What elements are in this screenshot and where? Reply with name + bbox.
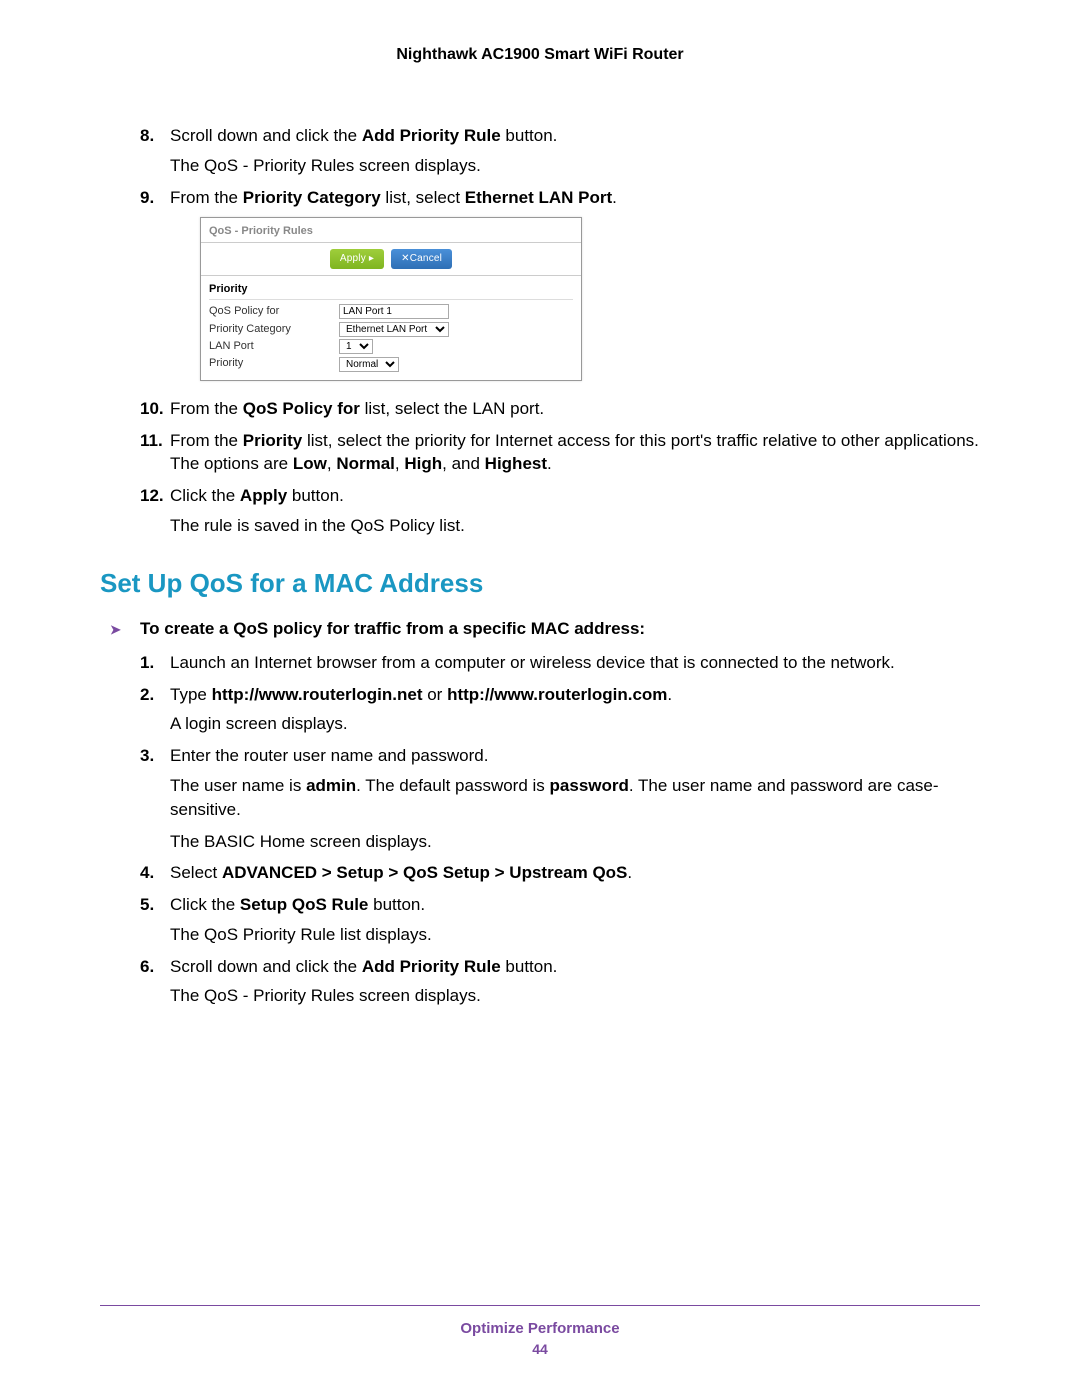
qos-panel-buttons: Apply ▸ ✕Cancel xyxy=(201,243,581,276)
step-c2: 2. Type http://www.routerlogin.net or ht… xyxy=(140,683,980,737)
step-number: 2. xyxy=(140,683,154,707)
qos-panel-title: QoS - Priority Rules xyxy=(201,218,581,242)
step-text: Enter the router user name and password. xyxy=(170,746,488,765)
step-followup: The user name is admin. The default pass… xyxy=(170,774,980,822)
priority-category-select[interactable]: Ethernet LAN Port xyxy=(339,322,449,337)
step-c4: 4. Select ADVANCED > Setup > QoS Setup >… xyxy=(140,861,980,885)
steps-list-c: 1. Launch an Internet browser from a com… xyxy=(140,651,980,1009)
step-followup: The QoS - Priority Rules screen displays… xyxy=(170,984,980,1008)
step-text: Click the Setup QoS Rule button. xyxy=(170,895,425,914)
section-heading-qos-mac: Set Up QoS for a MAC Address xyxy=(100,568,980,599)
qos-policy-row: QoS Policy for xyxy=(209,304,573,319)
footer-page-number: 44 xyxy=(100,1341,980,1357)
step-number: 6. xyxy=(140,955,154,979)
step-text: From the QoS Policy for list, select the… xyxy=(170,399,544,418)
priority-category-label: Priority Category xyxy=(209,322,339,337)
lan-port-label: LAN Port xyxy=(209,339,339,354)
step-number: 5. xyxy=(140,893,154,917)
step-9: 9. From the Priority Category list, sele… xyxy=(140,186,980,381)
step-text: Select ADVANCED > Setup > QoS Setup > Up… xyxy=(170,863,632,882)
page-header: Nighthawk AC1900 Smart WiFi Router xyxy=(100,46,980,64)
step-number: 1. xyxy=(140,651,154,675)
lan-port-row: LAN Port 1 xyxy=(209,339,573,354)
priority-select[interactable]: Normal xyxy=(339,357,399,372)
footer-title: Optimize Performance xyxy=(100,1320,980,1337)
step-followup: The QoS - Priority Rules screen displays… xyxy=(170,154,980,178)
step-12: 12. Click the Apply button. The rule is … xyxy=(140,484,980,538)
steps-list-a: 8. Scroll down and click the Add Priorit… xyxy=(140,124,980,381)
step-number: 9. xyxy=(140,186,154,210)
priority-label: Priority xyxy=(209,356,339,371)
step-followup: The QoS Priority Rule list displays. xyxy=(170,923,980,947)
step-c5: 5. Click the Setup QoS Rule button. The … xyxy=(140,893,980,947)
qos-policy-input[interactable] xyxy=(339,304,449,319)
step-c1: 1. Launch an Internet browser from a com… xyxy=(140,651,980,675)
apply-button[interactable]: Apply ▸ xyxy=(330,249,384,269)
step-text: Click the Apply button. xyxy=(170,486,344,505)
step-10: 10. From the QoS Policy for list, select… xyxy=(140,397,980,421)
step-text: Type http://www.routerlogin.net or http:… xyxy=(170,685,672,704)
step-text: From the Priority list, select the prior… xyxy=(170,431,979,474)
step-followup-2: The BASIC Home screen displays. xyxy=(170,830,980,854)
step-number: 12. xyxy=(140,484,164,508)
priority-section-heading: Priority xyxy=(209,280,573,300)
page-footer: Optimize Performance 44 xyxy=(100,1305,980,1357)
lan-port-select[interactable]: 1 xyxy=(339,339,373,354)
step-c3: 3. Enter the router user name and passwo… xyxy=(140,744,980,853)
step-8: 8. Scroll down and click the Add Priorit… xyxy=(140,124,980,178)
step-number: 4. xyxy=(140,861,154,885)
step-number: 3. xyxy=(140,744,154,768)
step-text: From the Priority Category list, select … xyxy=(170,188,617,207)
step-followup: The rule is saved in the QoS Policy list… xyxy=(170,514,980,538)
step-text: Scroll down and click the Add Priority R… xyxy=(170,126,557,145)
step-number: 8. xyxy=(140,124,154,148)
qos-rules-screenshot: QoS - Priority Rules Apply ▸ ✕Cancel Pri… xyxy=(200,217,582,380)
qos-policy-label: QoS Policy for xyxy=(209,304,339,319)
step-text: Launch an Internet browser from a comput… xyxy=(170,653,895,672)
cancel-button[interactable]: ✕Cancel xyxy=(391,249,452,269)
step-number: 10. xyxy=(140,397,164,421)
steps-list-b: 10. From the QoS Policy for list, select… xyxy=(140,397,980,538)
step-followup: A login screen displays. xyxy=(170,712,980,736)
step-text: Scroll down and click the Add Priority R… xyxy=(170,957,557,976)
step-11: 11. From the Priority list, select the p… xyxy=(140,429,980,477)
step-c6: 6. Scroll down and click the Add Priorit… xyxy=(140,955,980,1009)
arrow-icon: ➤ xyxy=(110,622,121,638)
priority-category-row: Priority Category Ethernet LAN Port xyxy=(209,322,573,337)
step-number: 11. xyxy=(140,429,163,453)
procedure-intro: ➤ To create a QoS policy for traffic fro… xyxy=(110,619,980,639)
priority-row: Priority Normal xyxy=(209,356,573,371)
